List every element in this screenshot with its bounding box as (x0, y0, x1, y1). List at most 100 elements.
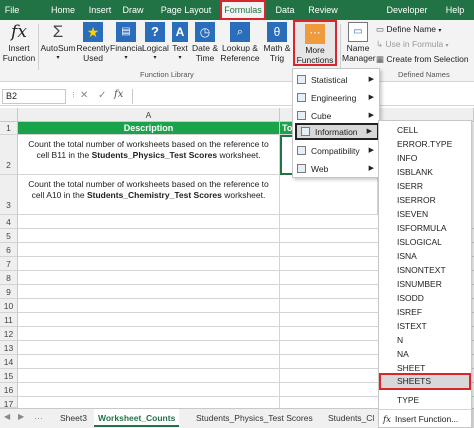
menu-item-compatibility[interactable]: Compatibility ▶ (293, 142, 379, 160)
theta-book-icon: θ (267, 22, 287, 42)
more-sheets-left-icon[interactable]: … (34, 411, 43, 421)
row-header-16[interactable]: 16 (0, 383, 18, 397)
insert-function-menu-label: Insert Function... (394, 414, 459, 424)
text-label: Text (172, 43, 188, 53)
name-manager-button[interactable]: ▭ Name Manager (342, 20, 376, 63)
cell-a3[interactable]: Count the total number of worksheets bas… (18, 175, 280, 215)
row-header-5[interactable]: 5 (0, 229, 18, 243)
row-header-2[interactable]: 2 (0, 135, 18, 175)
lookup-reference-button[interactable]: ⌕ Lookup & Reference (218, 20, 262, 63)
tab-help[interactable]: Help (442, 0, 468, 20)
more-functions-icon: ⋯ (305, 24, 325, 44)
sheet-tab-sheet3[interactable]: Sheet3 (56, 409, 91, 427)
enter-check-icon[interactable]: ✓ (98, 90, 106, 101)
group-label-function-library: Function Library (140, 70, 194, 79)
insert-function-label-1: Insert (8, 43, 30, 53)
row-header-7[interactable]: 7 (0, 257, 18, 271)
ribbon-divider (38, 24, 39, 70)
tab-file[interactable]: File (0, 0, 24, 20)
more-functions-button[interactable]: ⋯ More Functions (293, 20, 337, 66)
financial-label: Financial (110, 43, 145, 53)
row-header-11[interactable]: 11 (0, 313, 18, 327)
recently-used-button[interactable]: ★ Recently Used (76, 20, 110, 63)
math-label-2: Trig (269, 53, 285, 63)
next-sheet-icon[interactable]: ▶ (18, 412, 24, 421)
use-in-formula-icon: ↳ (376, 39, 384, 49)
engineering-icon (297, 93, 306, 103)
lookup-book-icon: ⌕ (230, 22, 250, 42)
cell-a1-description-header[interactable]: Description (18, 122, 280, 135)
submenu-arrow-icon: ▶ (368, 147, 374, 154)
math-label-1: Math & (263, 43, 291, 53)
menu-item-engineering[interactable]: Engineering ▶ (293, 89, 379, 107)
column-header-a[interactable]: A (18, 108, 280, 122)
row-header-17[interactable]: 17 (0, 397, 18, 409)
ribbon-divider (340, 24, 341, 70)
star-book-icon: ★ (83, 22, 103, 42)
insert-function-fx-icon[interactable]: fx (114, 89, 123, 100)
more-functions-label-1: More (305, 45, 325, 55)
tab-formulas[interactable]: Formulas (220, 0, 266, 20)
logical-label: Logical (142, 43, 169, 53)
cell-a2[interactable]: Count the total number of worksheets bas… (18, 135, 280, 175)
tab-developer[interactable]: Developer (384, 0, 430, 20)
menu-item-web[interactable]: Web ▶ (293, 160, 379, 178)
function-type[interactable]: TYPE (397, 391, 419, 409)
column-gridline (279, 215, 280, 408)
row-header-8[interactable]: 8 (0, 271, 18, 285)
submenu-arrow-icon: ▶ (366, 128, 372, 135)
row-header-6[interactable]: 6 (0, 243, 18, 257)
insert-function-button[interactable]: fx Insert Function (2, 20, 36, 63)
financial-book-icon: ▤ (116, 22, 136, 42)
tab-draw[interactable]: Draw (120, 0, 146, 20)
tab-insert[interactable]: Insert (84, 0, 116, 20)
cell-b3[interactable] (280, 175, 378, 215)
row-header-3[interactable]: 3 (0, 175, 18, 215)
cancel-icon[interactable]: ✕ (80, 90, 88, 101)
row-header-12[interactable]: 12 (0, 327, 18, 341)
row-header-15[interactable]: 15 (0, 369, 18, 383)
row-header-4[interactable]: 4 (0, 215, 18, 229)
create-from-selection-label: Create from Selection (386, 54, 469, 64)
define-name-icon: ▭ (376, 24, 385, 34)
text-button[interactable]: A Text ▾ (170, 20, 190, 63)
prev-sheet-icon[interactable]: ◀ (4, 412, 10, 421)
create-from-selection-button[interactable]: ▦ Create from Selection (376, 54, 469, 65)
sheet-tab-students-physics[interactable]: Students_Physics_Test Scores (192, 409, 317, 427)
tab-home[interactable]: Home (46, 0, 80, 20)
recently-used-label-2: Used (83, 53, 103, 63)
function-sheets[interactable]: SHEETS (379, 373, 471, 390)
tab-page-layout[interactable]: Page Layout (158, 0, 214, 20)
select-all-corner[interactable] (0, 108, 18, 122)
insert-function-menu-item[interactable]: fx Insert Function... (383, 410, 471, 428)
define-name-button[interactable]: ▭ Define Name ▾ (376, 24, 441, 35)
logical-button[interactable]: ? Logical ▾ (142, 20, 169, 63)
name-manager-label-1: Name (346, 43, 370, 53)
fx-icon: fx (383, 415, 391, 425)
lookup-label-1: Lookup & (222, 43, 258, 53)
information-icon (301, 127, 310, 137)
math-trig-button[interactable]: θ Math & Trig (262, 20, 292, 63)
row-header-1[interactable]: 1 (0, 122, 18, 135)
menu-item-information[interactable]: Information ▶ (295, 123, 379, 140)
sheet-tab-students-chemistry[interactable]: Students_Cl (324, 409, 378, 427)
menu-item-statistical[interactable]: Statistical ▶ (293, 71, 379, 89)
autosum-button[interactable]: Σ AutoSum ▾ (40, 20, 76, 63)
menu-bar: File Home Insert Draw Page Layout Formul… (0, 0, 474, 20)
use-in-formula-button[interactable]: ↳ Use in Formula ▾ (376, 39, 449, 50)
row-header-14[interactable]: 14 (0, 355, 18, 369)
row-header-13[interactable]: 13 (0, 341, 18, 355)
name-box[interactable]: B2 (2, 89, 66, 104)
row-header-10[interactable]: 10 (0, 299, 18, 313)
sigma-icon: Σ (52, 22, 64, 41)
sheet-tab-worksheet-counts[interactable]: Worksheet_Counts (94, 409, 180, 427)
tab-data[interactable]: Data (272, 0, 298, 20)
row-header-9[interactable]: 9 (0, 285, 18, 299)
date-time-button[interactable]: ◷ Date & Time (192, 20, 218, 63)
menu-item-information-label: Information (315, 127, 358, 137)
text-book-icon: A (172, 22, 188, 42)
financial-button[interactable]: ▤ Financial ▾ (110, 20, 145, 63)
group-label-defined-names: Defined Names (398, 70, 450, 79)
menu-item-web-label: Web (311, 164, 329, 174)
tab-review[interactable]: Review (304, 0, 342, 20)
